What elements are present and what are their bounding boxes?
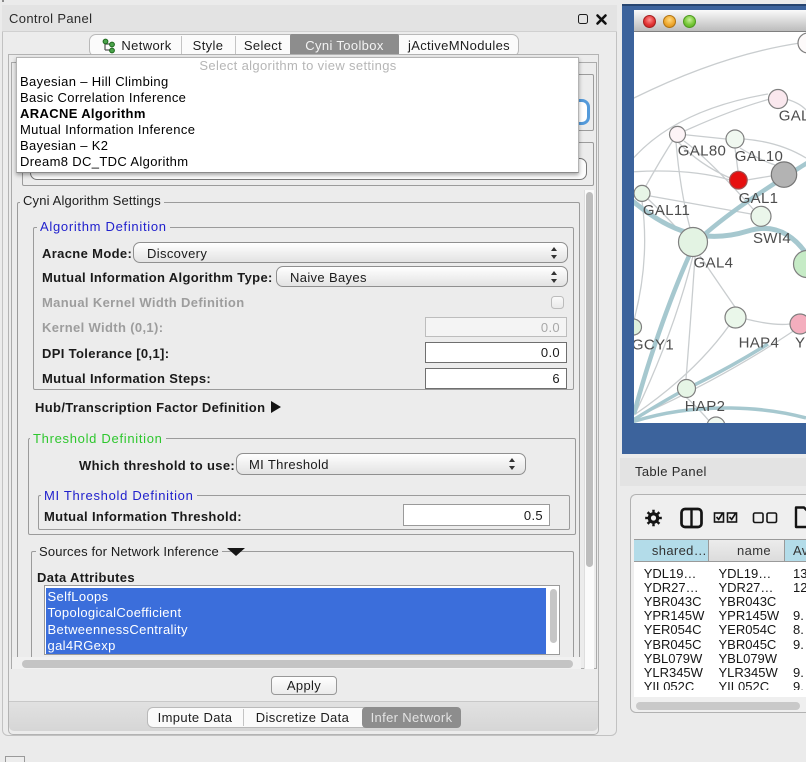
- svg-text:HAP4: HAP4: [739, 335, 780, 352]
- svg-text:GCY1: GCY1: [634, 337, 674, 354]
- svg-text:YM: YM: [795, 335, 806, 352]
- svg-text:GAL: GAL: [779, 108, 806, 125]
- svg-text:HAP2: HAP2: [685, 398, 726, 415]
- svg-text:GAL4: GAL4: [694, 255, 734, 272]
- svg-text:GAL10: GAL10: [735, 148, 783, 165]
- svg-text:SWI4: SWI4: [753, 230, 791, 247]
- svg-text:GAL80: GAL80: [678, 142, 726, 159]
- svg-text:GAL11: GAL11: [643, 202, 690, 219]
- svg-text:GAL1: GAL1: [739, 190, 779, 207]
